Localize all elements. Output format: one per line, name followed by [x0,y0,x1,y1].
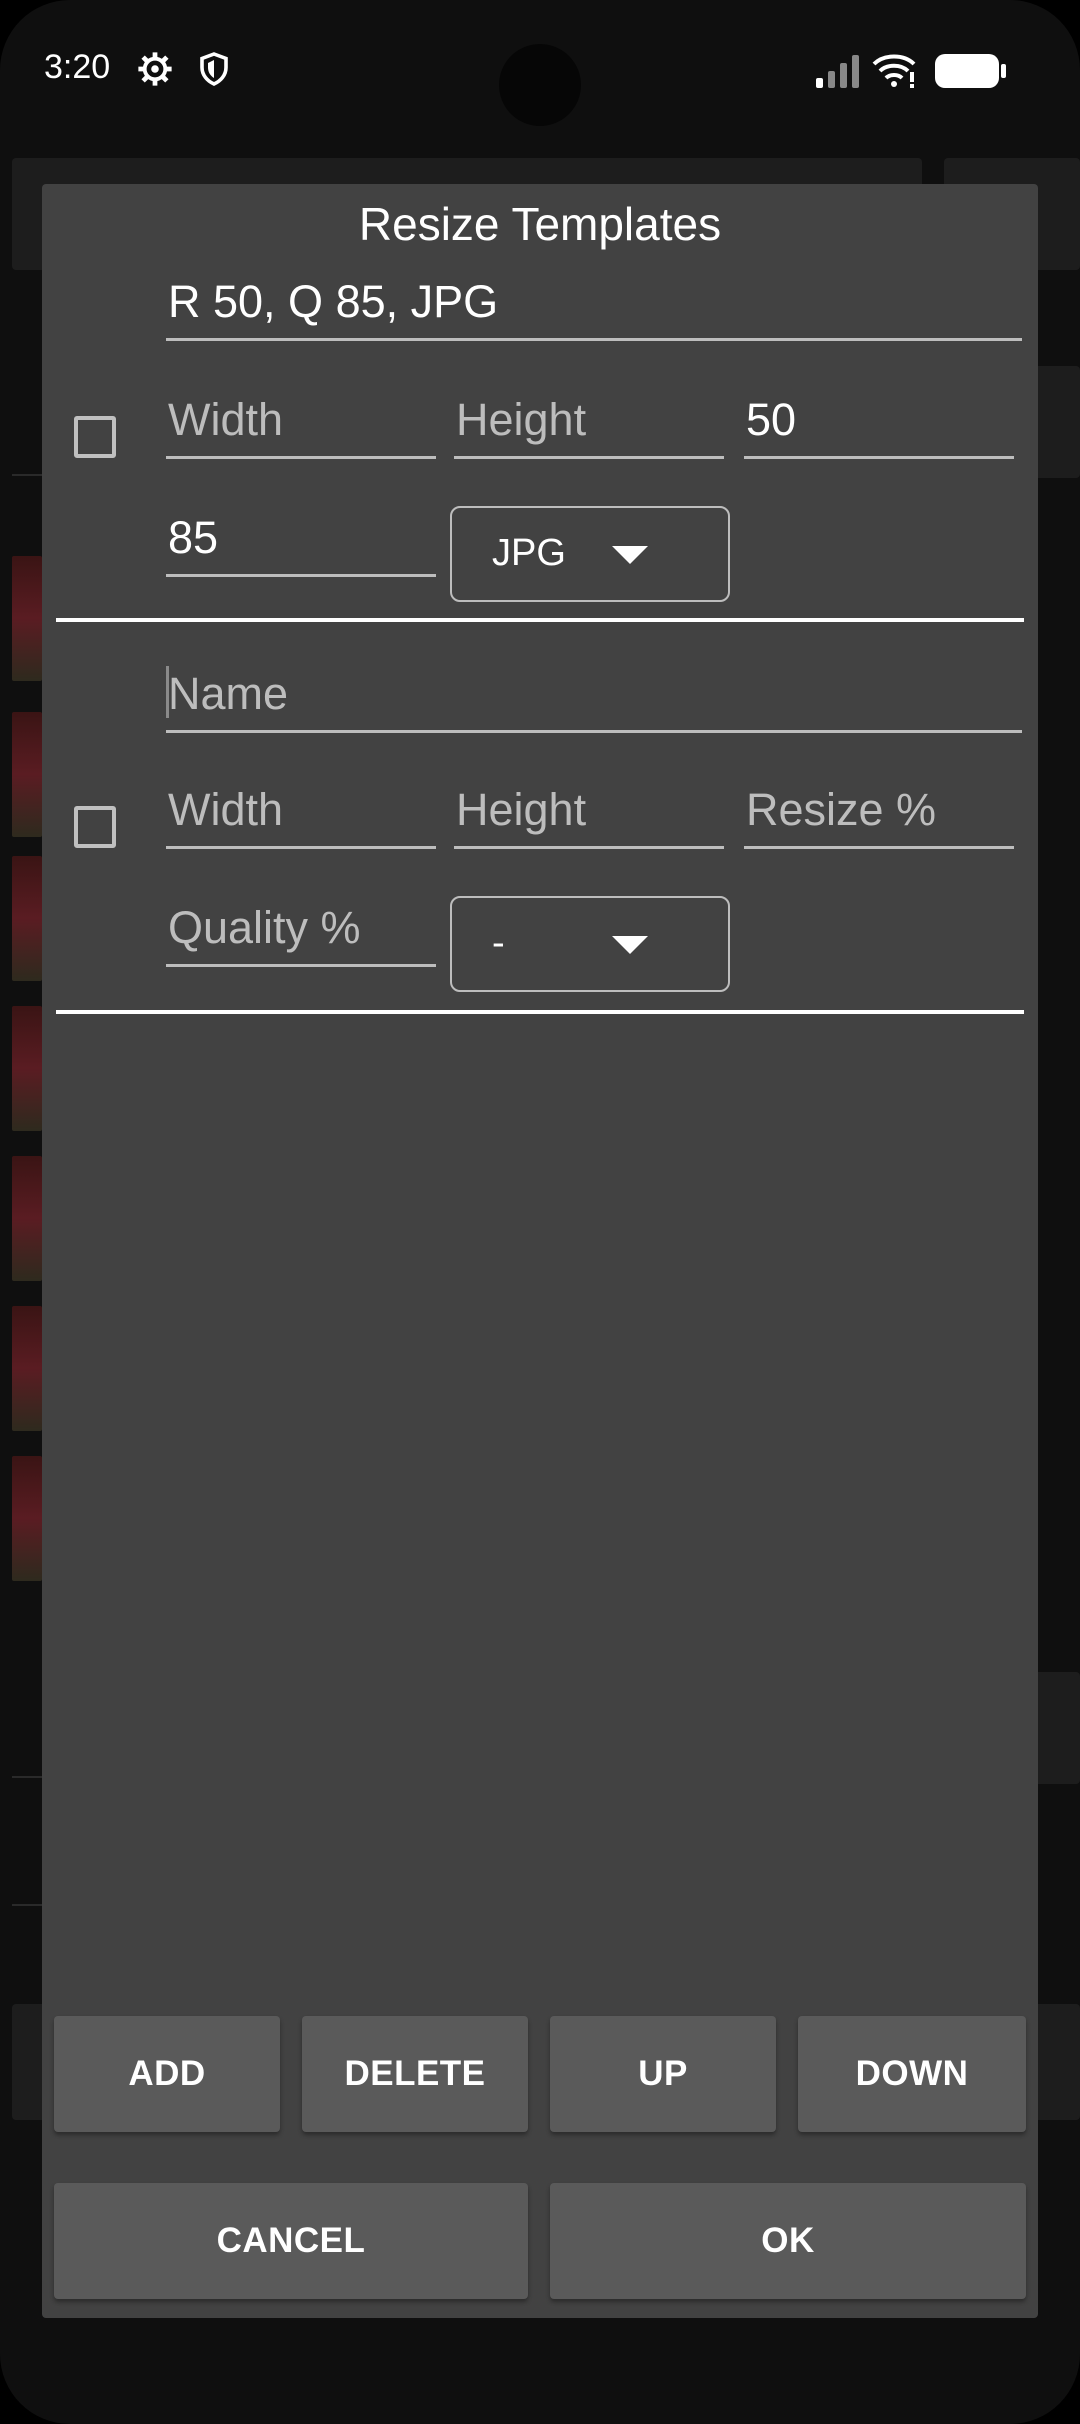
up-button[interactable]: UP [550,2016,776,2132]
bg-thumbnail [12,1156,42,1281]
quality-percent-placeholder: Quality % [168,902,361,953]
format-value: JPG [492,532,566,574]
wifi-icon [872,52,916,93]
format-dropdown[interactable]: JPG [450,506,730,602]
bg-thumbnail [12,1006,42,1131]
ok-button[interactable]: OK [550,2183,1026,2299]
width-field[interactable]: Width [166,394,436,459]
shield-icon [196,50,232,93]
status-time: 3:20 [44,48,111,86]
resize-percent-field[interactable]: 50 [744,394,1014,459]
signal-icon [814,54,862,93]
quality-percent-field[interactable]: Quality % [166,902,436,967]
battery-icon [934,52,1008,95]
settings-gear-icon [136,50,174,93]
height-placeholder: Height [456,394,587,445]
resize-percent-value: 50 [746,394,797,445]
template-divider [56,618,1024,622]
delete-button[interactable]: DELETE [302,2016,528,2132]
bg-thumbnail [12,856,42,981]
screen: 3:20 Resize Templates R 50, Q 85, JPG Wi… [0,0,1080,2424]
bg-thumbnail [12,556,42,681]
height-field[interactable]: Height [454,784,724,849]
width-field[interactable]: Width [166,784,436,849]
status-bar: 3:20 [0,0,1080,140]
bg-thumbnail [12,1306,42,1431]
height-field[interactable]: Height [454,394,724,459]
dropdown-arrow-icon [612,936,648,954]
format-dropdown[interactable]: - [450,896,730,992]
front-camera [499,44,581,126]
add-button[interactable]: ADD [54,2016,280,2132]
cancel-button[interactable]: CANCEL [54,2183,528,2299]
template-name-value: R 50, Q 85, JPG [168,276,499,327]
template-name-field[interactable]: R 50, Q 85, JPG [166,276,1022,341]
bg-thumbnail [12,1456,42,1581]
format-value: - [492,922,505,964]
width-placeholder: Width [168,784,284,835]
template-name-field[interactable]: Name [166,666,1022,733]
quality-percent-field[interactable]: 85 [166,512,436,577]
template-checkbox[interactable] [74,806,116,848]
resize-percent-placeholder: Resize % [746,784,937,835]
down-button[interactable]: DOWN [798,2016,1026,2132]
width-placeholder: Width [168,394,284,445]
quality-percent-value: 85 [168,512,219,563]
dropdown-arrow-icon [612,546,648,564]
dialog-title: Resize Templates [358,198,722,250]
template-divider [56,1010,1024,1014]
resize-percent-field[interactable]: Resize % [744,784,1014,849]
name-placeholder: Name [168,668,289,719]
bg-thumbnail [12,712,42,837]
template-checkbox[interactable] [74,416,116,458]
resize-templates-dialog: Resize Templates R 50, Q 85, JPG Width H… [42,184,1038,2318]
height-placeholder: Height [456,784,587,835]
